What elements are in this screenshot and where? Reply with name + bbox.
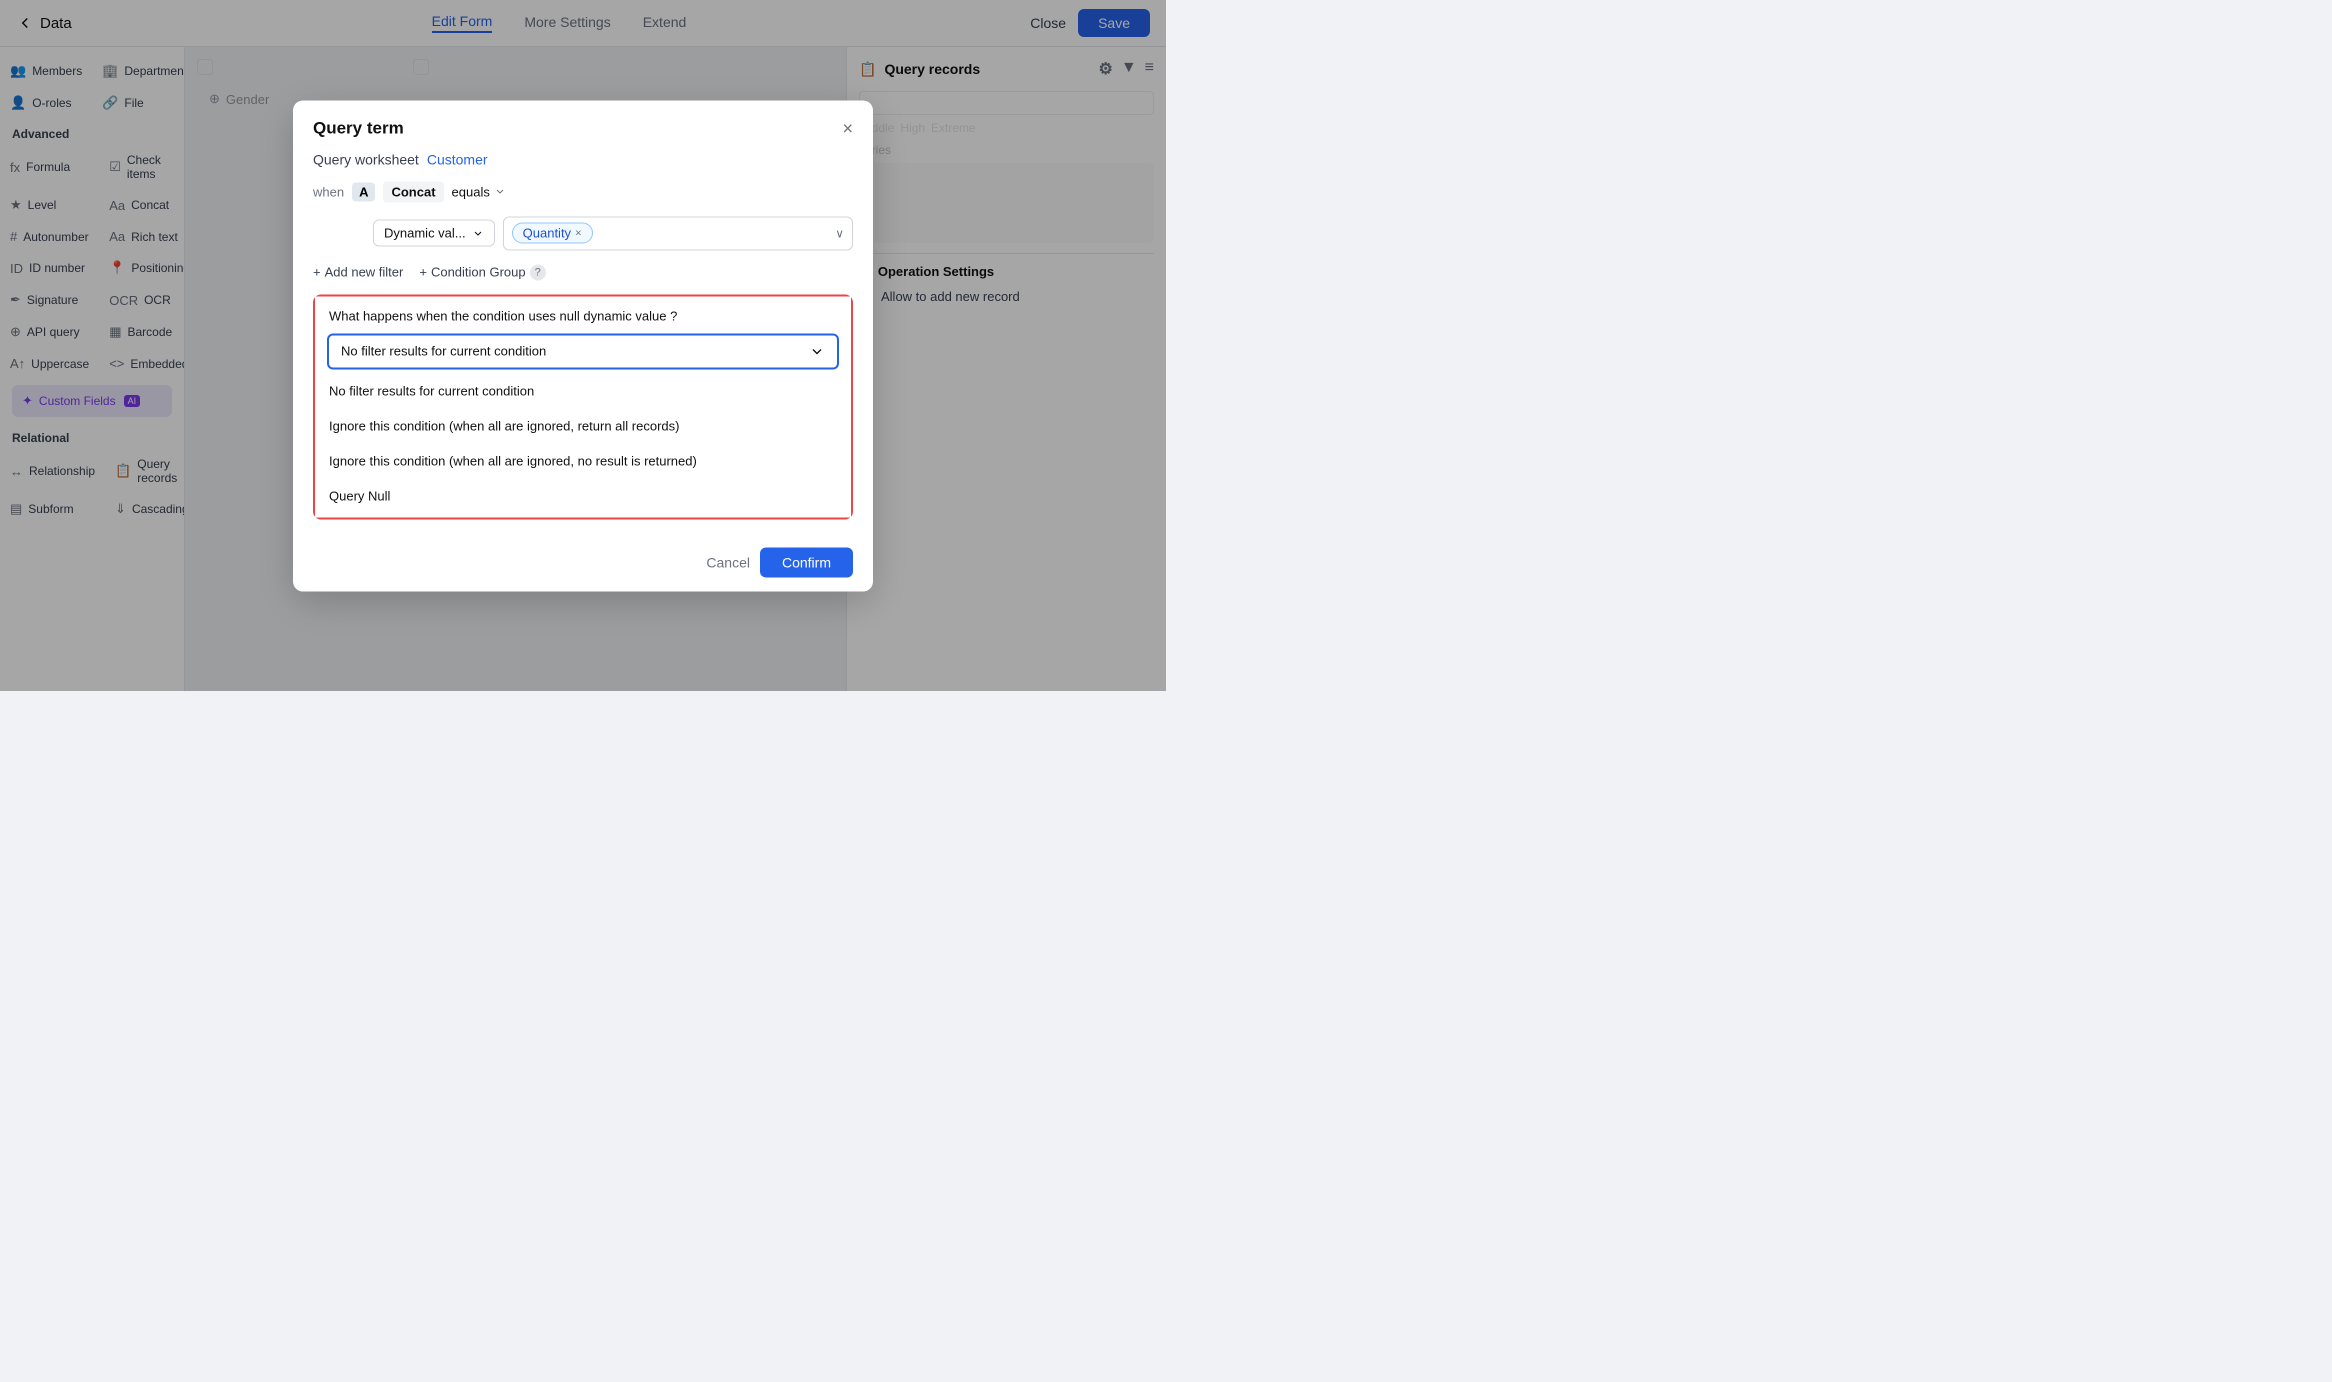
null-option-0[interactable]: No filter results for current condition bbox=[315, 373, 851, 408]
null-option-2[interactable]: Ignore this condition (when all are igno… bbox=[315, 443, 851, 478]
add-condition-group-button[interactable]: + Condition Group ? bbox=[419, 264, 545, 280]
query-term-modal: Query term × Query worksheet Customer wh… bbox=[293, 100, 873, 591]
modal-header: Query term × bbox=[293, 100, 873, 151]
modal-close-button[interactable]: × bbox=[842, 118, 853, 139]
confirm-button[interactable]: Confirm bbox=[760, 547, 853, 577]
null-options-list: No filter results for current condition … bbox=[315, 369, 851, 517]
modal-footer: Cancel Confirm bbox=[293, 537, 873, 591]
filter-actions: + Add new filter + Condition Group ? bbox=[313, 264, 853, 280]
expand-value-icon[interactable]: ∨ bbox=[835, 226, 844, 240]
query-worksheet-link[interactable]: Customer bbox=[427, 151, 488, 167]
add-new-filter-button[interactable]: + Add new filter bbox=[313, 265, 403, 280]
field-letter: A bbox=[352, 182, 375, 201]
field-name-badge: Concat bbox=[383, 181, 443, 202]
filter-value-row: Dynamic val... Quantity × ∨ bbox=[373, 216, 853, 250]
null-option-3[interactable]: Query Null bbox=[315, 478, 851, 513]
null-option-1[interactable]: Ignore this condition (when all are igno… bbox=[315, 408, 851, 443]
value-tag-container: Quantity × ∨ bbox=[503, 216, 853, 250]
plus-icon-group: + bbox=[419, 265, 427, 280]
query-worksheet-row: Query worksheet Customer bbox=[313, 151, 853, 167]
value-tag-quantity: Quantity × bbox=[512, 223, 593, 244]
filter-condition-row: when A Concat equals bbox=[313, 181, 853, 202]
modal-body: Query worksheet Customer when A Concat e… bbox=[293, 151, 873, 537]
plus-icon-filter: + bbox=[313, 265, 321, 280]
dynamic-value-select[interactable]: Dynamic val... bbox=[373, 220, 495, 247]
condition-group-help-icon: ? bbox=[530, 264, 546, 280]
selected-null-option: No filter results for current condition bbox=[341, 344, 546, 359]
null-section-question: What happens when the condition uses nul… bbox=[315, 296, 851, 333]
cancel-button[interactable]: Cancel bbox=[706, 554, 750, 570]
query-worksheet-label: Query worksheet bbox=[313, 151, 419, 167]
operator-select[interactable]: equals bbox=[452, 184, 506, 199]
modal-title: Query term bbox=[313, 119, 404, 139]
when-label: when bbox=[313, 184, 344, 199]
null-dynamic-section: What happens when the condition uses nul… bbox=[313, 294, 853, 519]
remove-quantity-tag[interactable]: × bbox=[575, 227, 581, 239]
null-option-dropdown[interactable]: No filter results for current condition bbox=[327, 333, 839, 369]
